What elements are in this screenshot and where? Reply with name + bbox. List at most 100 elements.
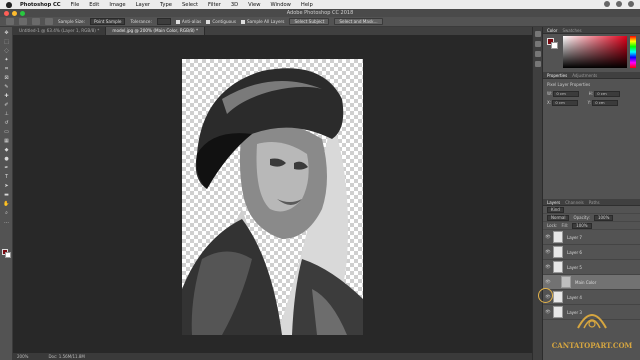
menu-image[interactable]: Image [109, 2, 125, 8]
layer-name[interactable]: Layer 7 [567, 235, 582, 240]
menu-3d[interactable]: 3D [231, 2, 238, 8]
watermark: CANTATOPART.COM [548, 298, 636, 354]
menu-filter[interactable]: Filter [208, 2, 221, 8]
layer-thumbnail[interactable] [553, 231, 563, 243]
menu-view[interactable]: View [248, 2, 260, 8]
tab-properties[interactable]: Properties [547, 73, 567, 78]
move-tool-icon[interactable]: ✥ [2, 29, 11, 36]
hue-slider[interactable] [630, 36, 636, 68]
tolerance-input[interactable] [156, 18, 171, 25]
layer-thumbnail[interactable] [561, 276, 571, 288]
select-and-mask-button[interactable]: Select and Mask... [334, 18, 383, 25]
layer-name[interactable]: Main Color [575, 280, 596, 285]
y-field[interactable]: 0 cm [592, 100, 619, 106]
sample-size-select[interactable]: Point Sample [90, 18, 126, 25]
blend-mode-select[interactable]: Normal [547, 214, 570, 221]
layer-name[interactable]: Layer 6 [567, 250, 582, 255]
menu-window[interactable]: Window [270, 2, 290, 8]
tab-paths[interactable]: Paths [589, 200, 600, 205]
type-tool-icon[interactable]: T [2, 173, 11, 180]
background-color-swatch[interactable] [5, 252, 11, 258]
menu-type[interactable]: Type [160, 2, 172, 8]
select-subject-button[interactable]: Select Subject [289, 18, 330, 25]
contiguous-checkbox[interactable]: Contiguous [206, 19, 236, 24]
add-selection-icon[interactable] [32, 18, 40, 25]
background-color-swatch[interactable] [551, 42, 558, 49]
layer-row[interactable]: 👁 Layer 5 [543, 260, 640, 275]
layer-row[interactable]: 👁 Layer 7 [543, 230, 640, 245]
width-field[interactable]: 0 cm [553, 91, 580, 97]
hand-tool-icon[interactable]: ✋ [2, 200, 11, 207]
brush-tool-icon[interactable]: ✐ [2, 101, 11, 108]
menu-help[interactable]: Help [301, 2, 313, 8]
tab-model[interactable]: model.jpg @ 200% (Main Color, RGB/8) * [106, 27, 206, 35]
tab-layers[interactable]: Layers [547, 200, 560, 205]
status-icon[interactable] [616, 1, 622, 7]
history-brush-icon[interactable]: ↺ [2, 119, 11, 126]
menu-file[interactable]: File [71, 2, 80, 8]
status-bar: 200% Doc: 1.56M/11.8M [13, 353, 541, 360]
clone-stamp-icon[interactable]: ⊥ [2, 110, 11, 117]
tab-adjustments[interactable]: Adjustments [572, 73, 597, 78]
shape-tool-icon[interactable]: ▬ [2, 191, 11, 198]
layer-row[interactable]: 👁 Layer 6 [543, 245, 640, 260]
more-tools-icon[interactable]: … [2, 218, 11, 225]
blur-tool-icon[interactable]: ◆ [2, 146, 11, 153]
properties-panel: Properties Adjustments Pixel Layer Prope… [543, 72, 640, 122]
document-canvas[interactable] [182, 59, 363, 335]
character-icon[interactable] [534, 61, 541, 67]
tab-color[interactable]: Color [547, 28, 557, 33]
opacity-field[interactable]: 100% [593, 214, 614, 221]
visibility-eye-icon[interactable]: 👁 [543, 265, 553, 270]
gradient-tool-icon[interactable]: ▦ [2, 137, 11, 144]
crop-tool-icon[interactable]: ⌗ [2, 65, 11, 72]
dodge-tool-icon[interactable]: ● [2, 155, 11, 162]
fill-field[interactable]: 100% [572, 222, 592, 229]
canvas-area[interactable] [13, 35, 541, 353]
magic-wand-tool-icon[interactable]: ✦ [2, 56, 11, 63]
brush-settings-icon[interactable] [534, 51, 541, 57]
eyedropper-tool-icon[interactable]: ✎ [2, 83, 11, 90]
posterized-portrait-image [182, 68, 363, 335]
status-icon[interactable] [604, 1, 610, 7]
frame-tool-icon[interactable]: ⊠ [2, 74, 11, 81]
zoom-level[interactable]: 200% [17, 354, 28, 359]
layer-row[interactable]: 👁 Main Color [543, 275, 640, 290]
magic-wand-tool-icon[interactable] [6, 18, 14, 25]
tab-untitled[interactable]: Untitled-1 @ 63.4% (Layer 1, RGB/8) * [13, 27, 107, 35]
lasso-tool-icon[interactable]: ◌ [2, 47, 11, 54]
info-icon[interactable] [534, 41, 541, 47]
healing-brush-icon[interactable]: ✚ [2, 92, 11, 99]
visibility-eye-icon[interactable]: 👁 [543, 280, 553, 285]
menu-select[interactable]: Select [182, 2, 198, 8]
color-picker-field[interactable] [563, 36, 627, 68]
status-icon[interactable] [628, 1, 634, 7]
tolerance-label: Tolerance: [130, 19, 152, 24]
watermark-text: CANTATOPART.COM [551, 341, 633, 350]
marquee-tool-icon[interactable]: ⬚ [2, 38, 11, 45]
zoom-tool-icon[interactable]: ⌕ [2, 209, 11, 216]
history-icon[interactable] [534, 31, 541, 37]
tab-channels[interactable]: Channels [565, 200, 584, 205]
layer-thumbnail[interactable] [553, 246, 563, 258]
x-field[interactable]: 0 cm [552, 100, 579, 106]
tab-swatches[interactable]: Swatches [562, 28, 581, 33]
sample-all-layers-checkbox[interactable]: Sample All Layers [241, 19, 284, 24]
visibility-eye-icon[interactable]: 👁 [543, 250, 553, 255]
selection-mode-icon[interactable] [19, 18, 27, 25]
app-menu[interactable]: Photoshop CC [20, 2, 61, 8]
layer-name[interactable]: Layer 5 [567, 265, 582, 270]
eraser-tool-icon[interactable]: ▭ [2, 128, 11, 135]
menu-layer[interactable]: Layer [136, 2, 150, 8]
apple-icon[interactable] [6, 1, 12, 8]
path-selection-icon[interactable]: ➤ [2, 182, 11, 189]
anti-alias-checkbox[interactable]: Anti-alias [175, 19, 201, 24]
layer-filter-kind[interactable]: Kind [547, 206, 564, 213]
pen-tool-icon[interactable]: ✒ [2, 164, 11, 171]
x-label: X: [547, 100, 552, 105]
menu-edit[interactable]: Edit [89, 2, 99, 8]
visibility-eye-icon[interactable]: 👁 [543, 235, 553, 240]
height-field[interactable]: 0 cm [594, 91, 621, 97]
layer-thumbnail[interactable] [553, 261, 563, 273]
subtract-selection-icon[interactable] [45, 18, 53, 25]
